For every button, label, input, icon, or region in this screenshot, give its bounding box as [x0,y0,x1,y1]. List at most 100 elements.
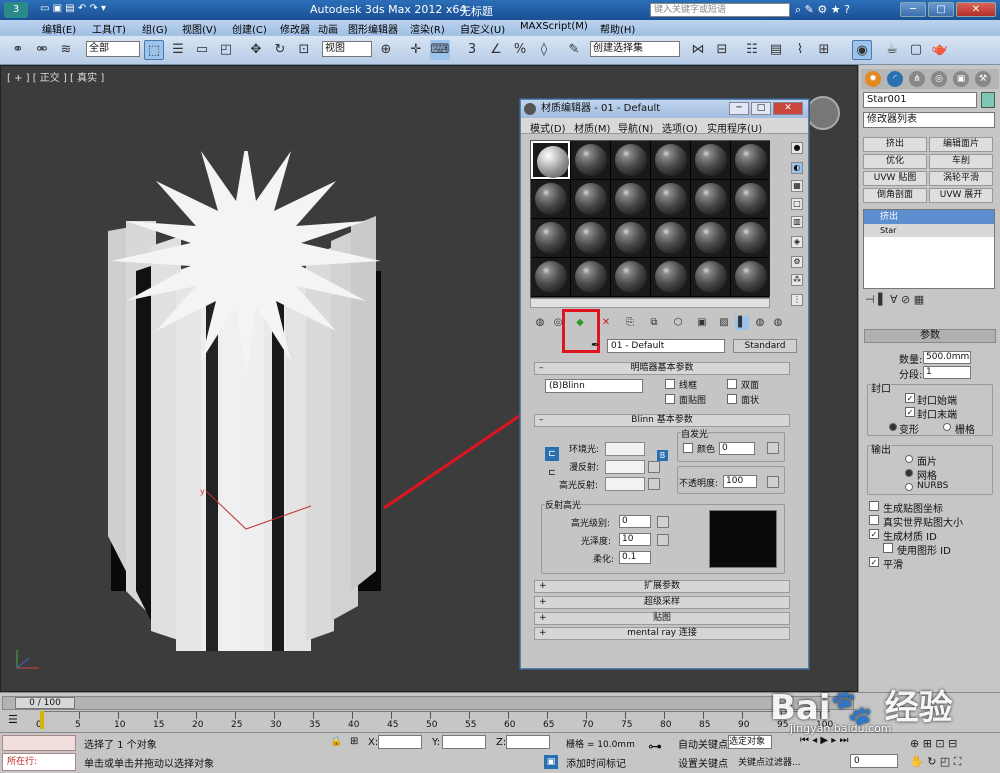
grid-radio[interactable] [943,423,951,431]
viewport-nav-controls[interactable]: ⊕ ⊞ ⊡ ⊟ ✋ ↻ ◰ ⛶ [910,735,998,771]
amount-spinner[interactable]: 500.0mm [923,351,971,364]
utilities-tab-icon[interactable]: ⚒ [975,71,991,87]
me-menu-material[interactable]: 材质(M) [574,120,610,135]
sample-slot[interactable] [571,219,610,257]
self-illum-map-button[interactable] [767,442,779,454]
pivot-center-icon[interactable]: ⊕ [376,40,396,60]
lock-ambient-diffuse-icon[interactable]: ⊏ [545,447,559,461]
opacity-map-button[interactable] [767,476,779,488]
material-name-field[interactable]: 01 - Default [607,339,725,353]
make-unique-icon[interactable]: ⎘ [623,316,637,330]
select-by-name-icon[interactable]: ☰ [168,40,188,60]
sample-slot[interactable] [611,258,650,296]
align-icon[interactable]: ⊟ [712,40,732,60]
slots-hscrollbar[interactable] [530,298,770,308]
sample-slot[interactable] [531,180,570,218]
viewcube-icon[interactable] [806,96,840,130]
named-selection-dropdown[interactable]: 创建选择集 [590,41,680,57]
menu-maxscript[interactable]: MAXScript(M) [520,21,588,32]
opacity-spinner[interactable]: 100 [723,475,757,488]
material-editor-icon[interactable]: ◉ [852,40,872,60]
diffuse-color-swatch[interactable] [605,460,645,474]
gen-mapping-checkbox[interactable] [869,501,879,511]
me-menu-mode[interactable]: 模式(D) [530,120,566,135]
specular-map-button[interactable] [648,478,660,490]
modifier-list-dropdown[interactable]: 修改器列表 [863,112,995,128]
make-preview-icon[interactable]: ◈ [791,236,803,248]
window-crossing-icon[interactable]: ◰ [216,40,236,60]
specular-color-swatch[interactable] [605,477,645,491]
reference-coord-dropdown[interactable]: 视图 [322,41,372,57]
go-to-parent-icon[interactable]: ▌ [735,316,749,330]
glossiness-map-button[interactable] [657,534,669,546]
me-maximize-button[interactable]: □ [751,102,771,115]
rect-selection-icon[interactable]: ▭ [192,40,212,60]
curve-editor-icon[interactable]: ⌇ [790,40,810,60]
me-close-button[interactable]: ✕ [773,102,803,115]
close-button[interactable]: ✕ [956,2,996,17]
video-color-check-icon[interactable]: ▥ [791,216,803,228]
layer-manager-icon[interactable]: ☷ [742,40,762,60]
shader-dropdown[interactable]: (B)Blinn [545,379,643,393]
mod-btn-turbosmooth[interactable]: 涡轮平滑 [929,171,993,186]
spinner-snap-icon[interactable]: ◊ [534,40,554,60]
z-coord-field[interactable] [506,735,550,749]
select-by-material-icon[interactable]: ⁂ [791,274,803,286]
display-tab-icon[interactable]: ▣ [953,71,969,87]
key-filters-button[interactable]: 关键点过滤器... [738,755,801,768]
help-icons[interactable]: ⌕ ✎ ⚙ ★ ? [795,3,850,17]
maps-rollout-header[interactable]: + 贴图 [534,612,790,625]
go-forward-sibling-icon[interactable]: ◍ [753,316,767,330]
lock-selection-icon[interactable]: 🔒 [330,736,342,747]
menu-tools[interactable]: 工具(T) [92,21,126,36]
ambient-color-swatch[interactable] [605,442,645,456]
sample-slot[interactable] [691,219,730,257]
mod-btn-uvw-map[interactable]: UVW 贴图 [863,171,927,186]
material-editor-window[interactable]: 材质编辑器 - 01 - Default ─ □ ✕ 模式(D) 材质(M) 导… [520,99,809,669]
viewport-label[interactable]: [ + ] [ 正交 ] [ 真实 ] [7,69,104,84]
minimize-button[interactable]: ─ [900,2,926,17]
sample-slot[interactable] [611,141,650,179]
snap-3d-icon[interactable]: 3 [462,40,482,60]
me-menu-options[interactable]: 选项(O) [662,120,698,135]
diffuse-map-button[interactable] [648,461,660,473]
eyedropper-icon[interactable]: ✒ [591,340,599,351]
set-key-button[interactable]: 设置关键点 [678,755,728,770]
gen-matid-checkbox[interactable]: ✓ [869,529,879,539]
sample-slot[interactable] [531,141,570,179]
star-extrude-object[interactable]: y [96,151,396,651]
timeline-ruler[interactable]: 0 5 10 15 20 25 30 35 40 45 50 55 60 65 70 75 80 85 90 95 10… [36,711,833,731]
selected-object-dropdown[interactable]: 选定对象 [728,735,772,749]
options-icon[interactable]: ⚙ [791,256,803,268]
material-map-navigator-icon[interactable]: ⋮ [791,294,803,306]
link-icon[interactable]: ⚭ [8,40,28,60]
select-object-icon[interactable]: ⬚ [144,40,164,60]
sample-slot[interactable] [731,180,770,218]
render-setup-icon[interactable]: ☕ [882,40,902,60]
maximize-button[interactable]: □ [928,2,954,17]
select-manipulate-icon[interactable]: ✛ [406,40,426,60]
app-logo-icon[interactable]: 3 [4,2,28,18]
key-mode-icon[interactable]: ⊶ [648,739,662,755]
render-production-icon[interactable]: 🫖 [930,40,950,60]
absolute-mode-icon[interactable]: ⊞ [350,736,358,747]
blinn-basic-rollout-header[interactable]: – Blinn 基本参数 [534,414,790,427]
hierarchy-tab-icon[interactable]: ⋔ [909,71,925,87]
smooth-checkbox[interactable]: ✓ [869,557,879,567]
selection-filter-dropdown[interactable]: 全部 [86,41,140,57]
material-editor-titlebar[interactable]: 材质编辑器 - 01 - Default ─ □ ✕ [521,100,808,118]
mental-ray-rollout-header[interactable]: + mental ray 连接 [534,627,790,640]
object-name-field[interactable]: Star001 [863,92,977,108]
mod-btn-unwrap-uvw[interactable]: UVW 展开 [929,188,993,203]
quick-access-icons[interactable]: ▭ ▣ ▤ ↶ ↷ ▾ [40,3,106,14]
stack-controls[interactable]: ⊣ ▌ ∀ ⊘ ▦ [865,293,995,309]
sample-slot[interactable] [571,141,610,179]
playback-controls[interactable]: ⏮ ◂ ▶ ▸ ⏭ [800,735,848,746]
background-icon[interactable]: ▦ [791,180,803,192]
menu-group[interactable]: 组(G) [142,21,168,36]
use-shape-id-checkbox[interactable] [883,543,893,553]
mod-btn-bevel-profile[interactable]: 倒角剖面 [863,188,927,203]
motion-tab-icon[interactable]: ◎ [931,71,947,87]
get-material-icon[interactable]: ◍ [533,316,547,330]
pick-from-object-icon[interactable]: ◍ [771,316,785,330]
